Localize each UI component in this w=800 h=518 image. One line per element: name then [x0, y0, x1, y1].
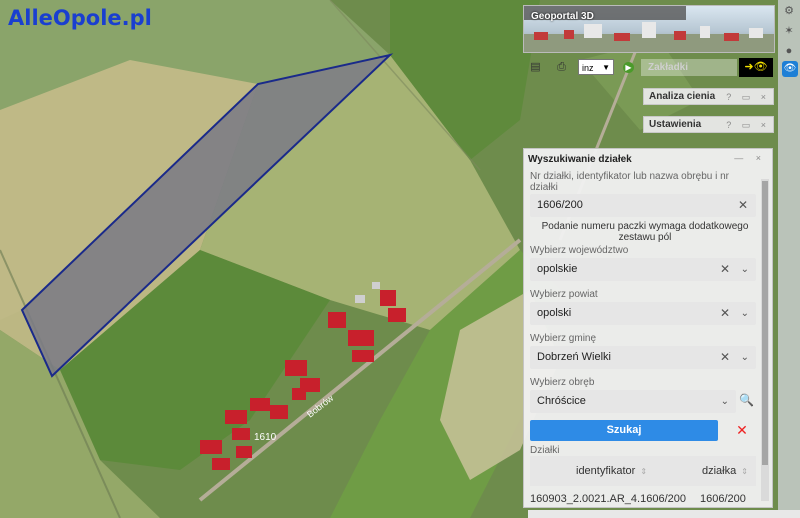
results-label: Działki — [530, 445, 560, 456]
table-row[interactable]: 160903_2.0021.AR_4.1606/200 1606/200 — [530, 491, 756, 507]
clear-icon[interactable]: ✕ — [720, 302, 730, 325]
scrollbar[interactable] — [761, 179, 769, 501]
chevron-down-icon: ⌄ — [740, 352, 749, 363]
geoportal-3d-title: Geoportal 3D — [531, 11, 594, 22]
go-icon[interactable]: ▶ — [623, 62, 634, 73]
county-value: opolski — [537, 307, 572, 319]
parcel-search-input[interactable]: 1606/200 ✕ — [530, 194, 756, 217]
settings-panel[interactable]: Ustawienia ? ▭ × — [643, 116, 774, 133]
commune-select[interactable]: Dobrzeń Wielki ✕ ⌄ — [530, 346, 756, 369]
panel-controls[interactable]: ? ▭ × — [726, 117, 770, 133]
panel-controls[interactable]: ? ▭ × — [726, 89, 770, 105]
house-number-label: 1610 — [254, 432, 277, 443]
panel-controls[interactable]: — × — [734, 153, 766, 163]
search-button[interactable]: Szukaj — [530, 420, 718, 441]
chevron-down-icon: ⌄ — [720, 396, 729, 407]
cell-parcel: 1606/200 — [700, 493, 746, 505]
voivodeship-select[interactable]: opolskie ✕ ⌄ — [530, 258, 756, 281]
precinct-value: Chróścice — [537, 395, 586, 407]
voivodeship-label: Wybierz województwo — [530, 245, 629, 256]
sort-icon: ⇕ — [640, 467, 648, 476]
bookmarks-button[interactable]: Zakładki — [641, 59, 737, 76]
precinct-label: Wybierz obręb — [530, 377, 595, 388]
county-label: Wybierz powiat — [530, 289, 598, 300]
parcel-search-value: 1606/200 — [537, 199, 583, 211]
clear-icon[interactable]: ✕ — [720, 346, 730, 369]
dot-icon[interactable]: ● — [781, 44, 797, 58]
parcel-search-panel: Wyszukiwanie działek — × Nr działki, ide… — [523, 148, 773, 508]
results-table-header: identyfikator ⇕ działka ⇕ — [530, 456, 756, 486]
shadow-analysis-panel[interactable]: Analiza cienia ? ▭ × — [643, 88, 774, 105]
precinct-select[interactable]: Chróścice ⌄ — [530, 390, 736, 413]
chevron-down-icon: ⌄ — [740, 308, 749, 319]
eye-toggle-icon[interactable]: 👁 — [782, 61, 798, 77]
map-toolbar: ▤ ⎙ inz ▼ ▶ Zakładki ➜👁 — [525, 58, 775, 79]
chevron-down-icon: ⌄ — [740, 264, 749, 275]
document-icon[interactable]: ▤ — [529, 61, 542, 74]
clear-icon[interactable]: ✕ — [720, 258, 730, 281]
column-header-parcel[interactable]: działka ⇕ — [702, 456, 748, 487]
close-icon[interactable]: ✕ — [734, 422, 750, 438]
hint-text: Podanie numeru paczki wymaga dodatkowego… — [541, 221, 749, 243]
tool-icon[interactable]: ✶ — [781, 24, 797, 38]
parcel-field-label: Nr działki, identyfikator lub nazwa obrę… — [530, 171, 729, 193]
commune-value: Dobrzeń Wielki — [537, 351, 611, 363]
shadow-analysis-title: Analiza cienia — [649, 91, 716, 102]
visibility-toggle-icon[interactable]: ➜👁 — [739, 58, 773, 77]
voivodeship-value: opolskie — [537, 263, 578, 275]
panel-title: Wyszukiwanie działek — [528, 154, 632, 165]
language-select-value: inz — [582, 63, 594, 73]
print-icon[interactable]: ⎙ — [555, 61, 568, 74]
scroll-thumb[interactable] — [762, 181, 768, 465]
commune-label: Wybierz gminę — [530, 333, 597, 344]
settings-title: Ustawienia — [649, 119, 702, 130]
sort-icon: ⇕ — [741, 467, 748, 476]
language-select[interactable]: inz ▼ — [578, 59, 614, 75]
column-header-identifier[interactable]: identyfikator ⇕ — [576, 456, 647, 487]
bottom-bar — [528, 510, 800, 518]
site-logo-text: AlleOpole.pl — [8, 6, 152, 30]
gear-icon[interactable]: ⚙ — [781, 4, 797, 18]
clear-icon[interactable]: ✕ — [738, 194, 748, 217]
right-toolstrip: ⚙ ✶ ● — [778, 0, 800, 518]
chevron-down-icon: ▼ — [602, 63, 610, 72]
cell-identifier: 160903_2.0021.AR_4.1606/200 — [530, 493, 686, 505]
county-select[interactable]: opolski ✕ ⌄ — [530, 302, 756, 325]
search-icon[interactable]: 🔍 — [739, 393, 754, 407]
geoportal-3d-preview[interactable]: Geoportal 3D — [523, 5, 775, 53]
